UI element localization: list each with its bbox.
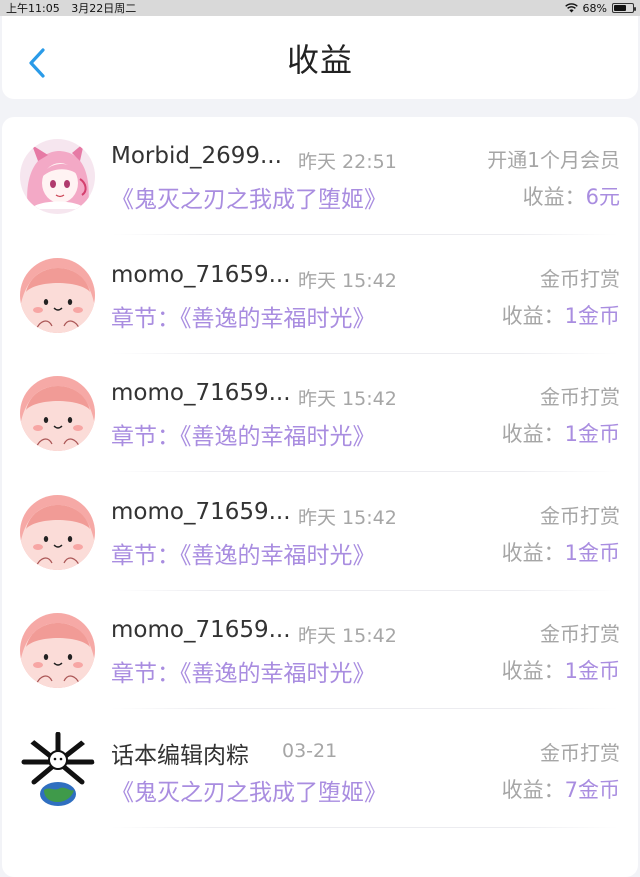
- record-time: 昨天 15:42: [298, 625, 397, 647]
- income-amount: 收益：1金币: [502, 418, 620, 448]
- record-time: 昨天 22:51: [298, 151, 397, 173]
- work-title-link[interactable]: 《鬼灭之刃之我成了堕姬》: [111, 180, 387, 214]
- status-left: 上午11:05 3月22日周二: [6, 0, 144, 16]
- income-label: 收益：: [501, 540, 565, 565]
- avatar[interactable]: [20, 494, 95, 570]
- wifi-icon: [564, 3, 578, 13]
- work-title-link[interactable]: 章节：《善逸的幸福时光》: [111, 417, 376, 451]
- username: momo_71659...: [111, 261, 291, 288]
- work-title-link[interactable]: 章节：《善逸的幸福时光》: [111, 299, 376, 333]
- avatar[interactable]: [20, 139, 95, 214]
- income-label: 收益：: [501, 777, 565, 802]
- avatar[interactable]: [20, 376, 95, 451]
- income-record-row[interactable]: momo_71659... 昨天 15:42 金币打赏章节：《善逸的幸福时光》 收益：…: [2, 236, 638, 354]
- work-title-link[interactable]: 章节：《善逸的幸福时光》: [111, 654, 376, 688]
- avatar[interactable]: [20, 731, 95, 807]
- income-label: 收益：: [501, 303, 565, 328]
- income-value: 1金币: [564, 422, 620, 446]
- pink-blob-avatar-art: [20, 494, 95, 570]
- income-type: 开通1个月会员: [487, 148, 620, 172]
- status-bar: 上午11:05 3月22日周二 68%: [0, 0, 640, 16]
- battery-fill: [614, 5, 627, 11]
- record-time: 昨天 15:42: [298, 506, 397, 529]
- work-title-link[interactable]: 章节：《善逸的幸福时光》: [111, 536, 376, 570]
- income-record-row[interactable]: Morbid_2699... 昨天 22:51 开通1个月会员《鬼灭之刃之我成了堕姬…: [2, 117, 638, 235]
- income-value: 7金币: [564, 777, 620, 802]
- anime-girl-avatar-art: [20, 139, 95, 214]
- username: momo_71659...: [111, 617, 291, 643]
- income-amount: 收益：1金币: [502, 537, 620, 567]
- income-label: 收益：: [501, 422, 565, 446]
- income-value: 6元: [585, 185, 620, 209]
- username: Morbid_2699...: [111, 143, 282, 169]
- username: momo_71659...: [111, 380, 291, 406]
- income-type: 金币打赏: [540, 503, 620, 528]
- income-amount: 收益：1金币: [502, 300, 620, 330]
- status-right: 68%: [564, 1, 636, 15]
- status-time: 上午11:05: [6, 2, 60, 15]
- record-time: 昨天 15:42: [298, 269, 397, 292]
- status-date: 3月22日周二: [71, 2, 137, 15]
- work-title-link[interactable]: 《鬼灭之刃之我成了堕姬》: [111, 773, 387, 807]
- battery-percent: 68%: [582, 1, 607, 15]
- avatar[interactable]: [20, 257, 95, 333]
- income-record-row[interactable]: momo_71659... 昨天 15:42 金币打赏章节：《善逸的幸福时光》 收益：…: [2, 473, 638, 591]
- row-divider: [112, 826, 618, 828]
- record-time: 03-21: [282, 739, 338, 762]
- income-record-row[interactable]: 话本编辑肉粽 03-21 金币打赏《鬼灭之刃之我成了堕姬》 收益：7金币: [2, 710, 638, 828]
- pink-blob-avatar-art: [20, 257, 95, 333]
- income-value: 1金币: [564, 303, 620, 328]
- username: 话本编辑肉粽: [111, 742, 249, 769]
- income-value: 1金币: [564, 659, 620, 683]
- income-label: 收益：: [501, 659, 565, 683]
- income-label: 收益：: [522, 185, 586, 209]
- income-amount: 收益：1金币: [502, 655, 620, 685]
- avatar[interactable]: [20, 613, 95, 688]
- income-type: 金币打赏: [540, 740, 620, 765]
- battery-icon: [612, 3, 636, 13]
- income-value: 1金币: [564, 540, 620, 565]
- earth-figure-avatar-art: [20, 731, 95, 807]
- username: momo_71659...: [111, 498, 291, 525]
- pink-blob-avatar-art: [20, 376, 95, 451]
- header: 收益: [2, 16, 638, 99]
- income-amount: 收益：7金币: [502, 774, 620, 804]
- income-record-row[interactable]: momo_71659... 昨天 15:42 金币打赏章节：《善逸的幸福时光》 收益：…: [2, 354, 638, 472]
- pink-blob-avatar-art: [20, 613, 95, 688]
- income-type: 金币打赏: [540, 622, 620, 646]
- back-button[interactable]: [22, 43, 52, 83]
- income-type: 金币打赏: [540, 266, 620, 291]
- income-type: 金币打赏: [540, 385, 620, 409]
- page-title: 收益: [286, 40, 353, 79]
- record-time: 昨天 15:42: [298, 388, 397, 410]
- income-amount: 收益：6元: [523, 181, 620, 211]
- income-record-row[interactable]: momo_71659... 昨天 15:42 金币打赏章节：《善逸的幸福时光》 收益：…: [2, 591, 638, 709]
- income-list: Morbid_2699... 昨天 22:51 开通1个月会员《鬼灭之刃之我成了堕姬…: [2, 117, 638, 877]
- chevron-left-icon: [29, 48, 45, 78]
